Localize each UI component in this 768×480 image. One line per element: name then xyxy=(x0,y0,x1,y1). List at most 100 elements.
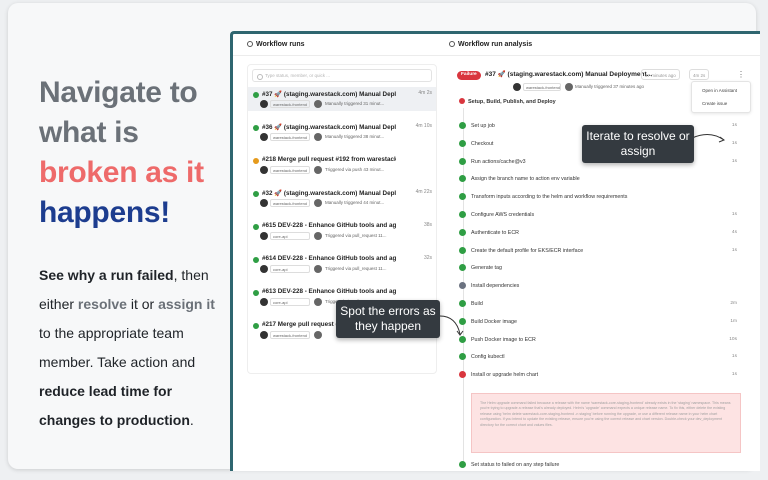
run-title: #36 🚀 (staging.warestack.com) Manual Dep… xyxy=(262,124,396,131)
repo-avatar xyxy=(260,100,268,108)
step-name: Authenticate to ECR xyxy=(471,229,519,236)
repo-avatar xyxy=(513,83,521,91)
step-row[interactable]: Install dependencies xyxy=(459,280,749,292)
analysis-panel-title: Workflow run analysis xyxy=(449,41,532,48)
step-name: Build xyxy=(471,301,483,307)
step-row[interactable]: Build 2m xyxy=(459,298,749,310)
duration-chip-text: 4m 2s xyxy=(693,73,706,78)
user-avatar xyxy=(565,83,573,91)
step-row[interactable]: Generate tag xyxy=(459,262,749,274)
user-avatar xyxy=(314,100,322,108)
heading-line-1: Navigate to xyxy=(39,76,198,109)
run-title: #37 🚀 (staging.warestack.com) Manual Dep… xyxy=(262,91,396,98)
run-age: 4m 22s xyxy=(415,189,432,195)
check-icon xyxy=(459,211,466,218)
repo-tag: warestack-frontend xyxy=(270,100,310,108)
list-item[interactable]: #32 🚀 (staging.warestack.com) Manual Dep… xyxy=(248,186,436,210)
user-avatar xyxy=(314,265,322,273)
hero-description: See why a run failed, then either resolv… xyxy=(39,261,229,435)
desc-bold-1: See why a run failed xyxy=(39,267,174,283)
step-name: Set status to failed on any step failure xyxy=(471,462,560,468)
step-row[interactable]: Build Docker image 1m xyxy=(459,316,749,328)
status-badge: Failure xyxy=(457,71,481,80)
heading-line-3: broken as it xyxy=(39,156,204,189)
check-icon xyxy=(459,157,466,165)
repo-avatar xyxy=(260,199,268,207)
status-icon xyxy=(253,224,259,230)
status-icon xyxy=(253,158,259,164)
step-name: Install or upgrade helm chart xyxy=(471,372,539,379)
list-item[interactable]: #36 🚀 (staging.warestack.com) Manual Dep… xyxy=(248,120,436,144)
repo-avatar xyxy=(260,298,268,306)
status-icon xyxy=(253,323,259,329)
check-icon xyxy=(459,246,466,254)
trigger-text: Triggered via pull_request 11... xyxy=(325,233,387,238)
run-title: #614 DEV-228 - Enhance GitHub tools and … xyxy=(262,255,396,262)
list-item[interactable]: #218 Merge pull request #192 from warest… xyxy=(248,153,436,177)
repo-tag: warestack-frontend xyxy=(270,199,310,207)
step-row[interactable]: Configure AWS credentials 1s xyxy=(459,209,749,221)
user-avatar xyxy=(314,166,322,174)
desc-assign: assign it xyxy=(158,296,215,312)
desc-text-6: to the appropriate team member. Take act… xyxy=(39,325,196,370)
step-name: Transform inputs according to the helm a… xyxy=(471,194,628,201)
fail-icon xyxy=(459,98,465,104)
run-age: 32s xyxy=(423,255,432,261)
search-input[interactable]: Type status, member, or quick ... xyxy=(252,69,432,82)
hero-section: Navigate to what is broken as it happens… xyxy=(39,73,239,435)
trigger-text: Manually triggered 44 minut... xyxy=(325,200,385,205)
list-item[interactable]: #614 DEV-228 - Enhance GitHub tools and … xyxy=(248,252,436,276)
run-age: 4m 10s xyxy=(415,123,432,129)
step-name: Checkout xyxy=(471,140,494,147)
run-title: #218 Merge pull request #192 from warest… xyxy=(262,156,396,163)
menu-item-open-assistant[interactable]: Open in Assistant xyxy=(702,88,737,93)
repo-avatar xyxy=(260,166,268,174)
app-window: Workflow runs Workflow run analysis Type… xyxy=(230,31,760,471)
desc-bold-7: reduce lead time for changes to producti… xyxy=(39,383,190,428)
desc-resolve: resolve xyxy=(77,296,127,312)
trigger-text: Triggered via pull_request 11... xyxy=(325,266,387,271)
menu-item-create-issue[interactable]: Create issue xyxy=(702,101,727,106)
history-icon xyxy=(247,41,253,47)
check-icon xyxy=(459,300,466,307)
time-chip: 37 minutes ago xyxy=(641,69,680,80)
step-row[interactable]: Assign the branch name to action env var… xyxy=(459,173,749,185)
step-row[interactable]: Config kubectl 1s xyxy=(459,351,749,363)
step-row[interactable]: Transform inputs according to the helm a… xyxy=(459,191,749,203)
check-icon xyxy=(459,353,466,361)
arrow-icon-2 xyxy=(439,315,464,336)
check-icon xyxy=(459,175,466,183)
list-item[interactable]: #615 DEV-228 - Enhance GitHub tools and … xyxy=(248,219,436,243)
step-duration: 1s xyxy=(731,123,737,128)
check-icon xyxy=(459,282,466,290)
status-icon xyxy=(253,191,259,197)
job-title: Setup, Build, Publish, and Deploy xyxy=(459,98,556,105)
step-row[interactable]: Create the default profile for EKS/ECR i… xyxy=(459,245,749,257)
check-icon xyxy=(459,122,466,129)
run-title: #37 🚀 (staging.warestack.com) Manual Dep… xyxy=(485,71,653,78)
user-avatar xyxy=(314,232,322,240)
more-options-icon[interactable]: ⋮ xyxy=(737,70,745,79)
heading-line-2: what is xyxy=(39,116,139,149)
check-icon xyxy=(459,139,466,147)
step-duration: 1s xyxy=(731,354,737,360)
error-explanation: The Helm upgrade command failed because … xyxy=(471,393,741,453)
desc-text-4: it or xyxy=(126,296,159,312)
step-row[interactable]: Authenticate to ECR 4s xyxy=(459,227,749,239)
step-name: Run actions/cache@v3 xyxy=(471,158,526,165)
step-duration: 4s xyxy=(731,229,737,235)
repo-avatar xyxy=(260,265,268,273)
user-avatar xyxy=(314,199,322,207)
heading-line-4: happens! xyxy=(39,196,170,229)
arrow-icon-1 xyxy=(691,134,726,143)
step-name: Configure AWS credentials xyxy=(471,212,535,218)
step-name: Generate tag xyxy=(471,265,502,272)
fail-icon xyxy=(459,371,466,379)
trigger-text: Triggered via push 43 minut... xyxy=(325,167,385,172)
step-row[interactable]: Push Docker image to ECR 10s xyxy=(459,334,749,346)
time-chip-text: 37 minutes ago xyxy=(645,73,676,78)
step-duration: 2m xyxy=(730,301,737,306)
step-row[interactable]: Install or upgrade helm chart 1s xyxy=(459,369,749,381)
list-item[interactable]: #37 🚀 (staging.warestack.com) Manual Dep… xyxy=(248,87,436,111)
step-row[interactable]: Set status to failed on any step failure xyxy=(459,459,749,471)
